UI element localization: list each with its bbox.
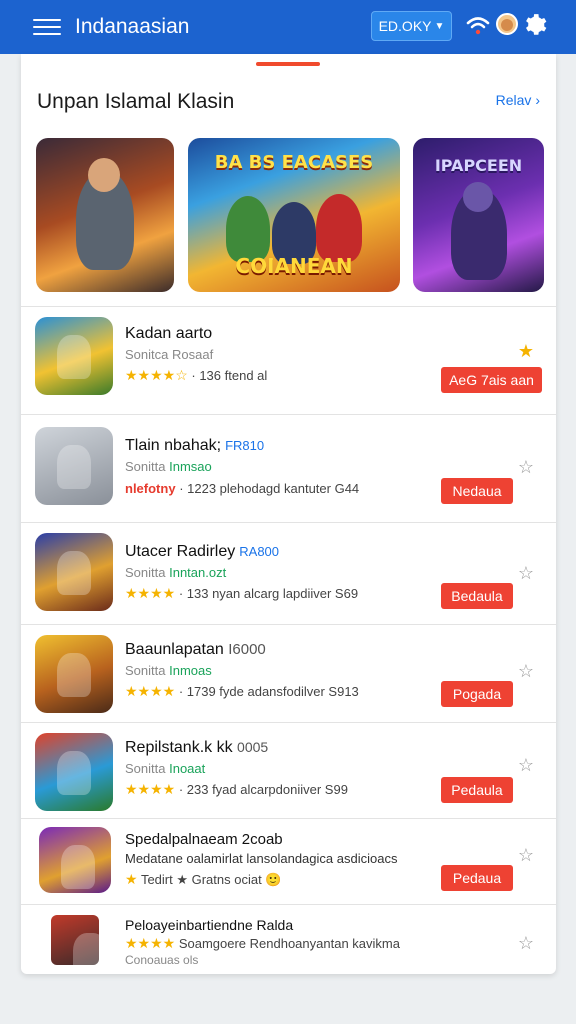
featured-banner[interactable] — [36, 138, 174, 292]
install-button[interactable]: Nedaua — [441, 478, 513, 504]
app-subtitle: Sonitta Inoaat — [125, 761, 206, 776]
rating-stars: ★★★★ — [125, 935, 176, 951]
rating-line: ★ Tedirt ★ Gratns ociat 🙂 — [125, 871, 282, 887]
list-item[interactable]: Peloayeinbartiendne Ralda ★★★★ Soamgoere… — [21, 904, 556, 974]
app-bar: Indanaasian ED.OKY ▼ — [0, 0, 576, 54]
install-button[interactable]: Pedaula — [441, 777, 513, 803]
menu-icon[interactable] — [33, 16, 61, 38]
app-icon — [35, 317, 113, 395]
install-button[interactable]: Pedaua — [441, 865, 513, 891]
app-name: Repilstank.k kk 0005 — [125, 739, 269, 756]
banner-title: BA BS EACASES — [214, 152, 374, 173]
app-subtitle: Conoauas ols — [125, 953, 199, 967]
language-button-label: ED.OKY — [378, 18, 432, 34]
app-icon — [35, 427, 113, 505]
tab-indicator — [256, 62, 320, 66]
app-title: Indanaasian — [75, 15, 190, 38]
section-title: Unpan Islamal Klasin — [37, 90, 235, 113]
install-button[interactable]: Bedaula — [441, 583, 513, 609]
featured-banner[interactable]: IPAPCEEN — [413, 138, 544, 292]
app-subtitle: Sonitta Inmsao — [125, 459, 212, 474]
app-name: Utacer Radirley RA800 — [125, 543, 280, 560]
star-outline-icon[interactable]: ☆ — [518, 755, 534, 776]
rating-line: ★★★★ · 233 fyad alcarpdoniiver S99 — [125, 781, 348, 797]
list-item[interactable]: Baaunlapatan I6000 Sonitta Inmoas ★★★★ ·… — [21, 624, 556, 722]
app-subtitle: Sonitta Inntan.ozt — [125, 565, 227, 580]
app-icon — [51, 915, 99, 965]
app-icon — [39, 827, 111, 893]
avatar[interactable] — [496, 13, 518, 35]
content-card: Unpan Islamal Klasin Relav › BA BS EACAS… — [21, 54, 556, 974]
wifi-icon[interactable] — [466, 14, 490, 38]
banner-subtitle: COIANEAN — [235, 254, 353, 278]
list-item[interactable]: Tlain nbahak; FR810 Sonitta Inmsao nlefot… — [21, 414, 556, 522]
rating-stars: ★★★★ — [125, 683, 176, 699]
see-all-link[interactable]: Relav › — [496, 92, 540, 108]
rating-stars: ★★★★☆ — [125, 367, 188, 383]
app-name: Kadan aarto — [125, 325, 213, 342]
app-subtitle: Medatane oalamirlat lansolandagica asdic… — [125, 851, 398, 866]
rating-line: ★★★★☆ · 136 ftend al — [125, 367, 268, 383]
star-outline-icon[interactable]: ☆ — [518, 661, 534, 682]
rating-stars: ★★★★ — [125, 781, 176, 797]
install-button[interactable]: AeG 7ais aan — [441, 367, 542, 393]
star-icon[interactable]: ★ — [518, 341, 534, 362]
rating-line: nlefotny · 1223 plehodagd kantuter G44 — [125, 481, 360, 496]
rating-stars: ★ — [125, 871, 138, 887]
star-outline-icon[interactable]: ☆ — [518, 933, 534, 954]
rating-line: ★★★★ Soamgoere Rendhoanyantan kavikma — [125, 935, 400, 951]
featured-banner[interactable]: BA BS EACASES COIANEAN — [188, 138, 400, 292]
install-button[interactable]: Pogada — [441, 681, 513, 707]
chevron-down-icon: ▼ — [434, 20, 445, 32]
star-outline-icon[interactable]: ☆ — [518, 563, 534, 584]
app-icon — [35, 533, 113, 611]
rating-line: ★★★★ · 1739 fyde adansfodilver S913 — [125, 683, 359, 699]
app-name: Spedalpalnaeam 2coab — [125, 831, 283, 848]
list-item[interactable]: Kadan aarto Sonitca Rosaaf ★★★★☆ · 136 f… — [21, 306, 556, 414]
list-item[interactable]: Repilstank.k kk 0005 Sonitta Inoaat ★★★★… — [21, 722, 556, 818]
app-icon — [35, 635, 113, 713]
banner-title: IPAPCEEN — [434, 156, 523, 175]
app-subtitle: Sonitca Rosaaf — [125, 347, 214, 362]
app-icon — [35, 733, 113, 811]
star-outline-icon[interactable]: ☆ — [518, 845, 534, 866]
list-item[interactable]: Spedalpalnaeam 2coab Medatane oalamirlat… — [21, 818, 556, 904]
language-button[interactable]: ED.OKY ▼ — [371, 11, 452, 41]
app-name: Tlain nbahak; FR810 — [125, 437, 265, 454]
gear-icon[interactable] — [522, 12, 548, 38]
rating-line: ★★★★ · 133 nyan alcarg lapdiiver S69 — [125, 585, 359, 601]
app-subtitle: Sonitta Inmoas — [125, 663, 212, 678]
app-name: Peloayeinbartiendne Ralda — [125, 917, 294, 933]
list-item[interactable]: Utacer Radirley RA800 Sonitta Inntan.ozt … — [21, 522, 556, 624]
app-name: Baaunlapatan I6000 — [125, 641, 266, 658]
star-outline-icon[interactable]: ☆ — [518, 457, 534, 478]
rating-stars: ★★★★ — [125, 585, 176, 601]
